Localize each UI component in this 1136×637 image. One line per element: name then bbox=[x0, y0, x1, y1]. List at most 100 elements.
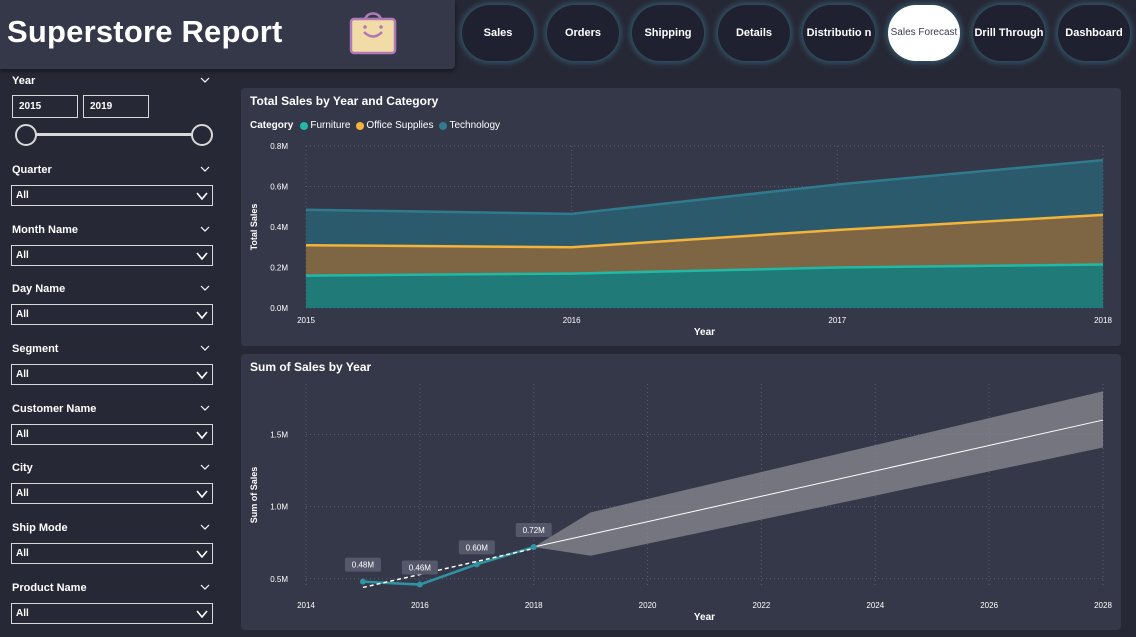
trend-line bbox=[362, 547, 534, 589]
chevron-up-icon[interactable] bbox=[200, 582, 210, 592]
ship-mode-dropdown[interactable]: All bbox=[11, 543, 213, 564]
filter-label-month-name: Month Name bbox=[12, 224, 78, 236]
dropdown-value: All bbox=[16, 488, 29, 499]
sum-sales-chart-panel: Sum of Sales by Year 0.5M 1.0M 1.5M 2014 201… bbox=[241, 354, 1121, 630]
dropdown-value: All bbox=[16, 548, 29, 559]
dropdown-value: All bbox=[16, 250, 29, 261]
chevron-up-icon[interactable] bbox=[200, 164, 210, 174]
y-tick-label: 1.0M bbox=[270, 503, 288, 512]
data-point bbox=[359, 578, 366, 585]
data-label-text: 0.48M bbox=[352, 561, 375, 570]
quarter-dropdown[interactable]: All bbox=[11, 185, 213, 206]
data-label-text: 0.46M bbox=[409, 564, 432, 573]
data-label: 0.72M bbox=[515, 523, 552, 538]
total-sales-chart-panel: Total Sales by Year and Category Categor… bbox=[241, 88, 1121, 346]
dropdown-value: All bbox=[16, 608, 29, 619]
filter-label-city: City bbox=[12, 462, 33, 474]
product-name-dropdown[interactable]: All bbox=[11, 603, 213, 624]
year-slider-start-handle[interactable] bbox=[15, 124, 37, 146]
chevron-up-icon[interactable] bbox=[200, 224, 210, 234]
nav-button-orders[interactable]: Orders bbox=[547, 5, 619, 61]
x-tick-label: 2018 bbox=[1094, 316, 1112, 325]
filter-label-customer-name: Customer Name bbox=[12, 403, 97, 415]
chevron-up-icon[interactable] bbox=[200, 403, 210, 413]
dropdown-value: All bbox=[16, 309, 29, 320]
x-axis-label: Year bbox=[694, 327, 715, 338]
filter-label-quarter: Quarter bbox=[12, 164, 52, 176]
y-tick-label: 0.8M bbox=[270, 142, 288, 151]
x-tick-label: 2022 bbox=[753, 601, 771, 610]
chevron-down-icon bbox=[196, 252, 208, 261]
x-axis-label: Year bbox=[694, 612, 715, 623]
nav-button-sales-forecast[interactable]: Sales Forecast bbox=[888, 5, 960, 61]
y-tick-label: 1.5M bbox=[270, 431, 288, 440]
x-tick-label: 2014 bbox=[297, 601, 315, 610]
chevron-up-icon[interactable] bbox=[200, 462, 210, 472]
year-from-input[interactable]: 2015 bbox=[12, 95, 78, 118]
forecast-line-chart: 0.5M 1.0M 1.5M 2014 2016 2018 2020 2022 2024 2026… bbox=[249, 384, 1112, 623]
chevron-down-icon bbox=[196, 192, 208, 201]
dropdown-value: All bbox=[16, 429, 29, 440]
data-point bbox=[416, 581, 423, 588]
x-tick-label: 2020 bbox=[639, 601, 657, 610]
nav-button-shipping[interactable]: Shipping bbox=[632, 5, 704, 61]
chevron-up-icon[interactable] bbox=[200, 75, 210, 85]
chevron-down-icon bbox=[196, 311, 208, 320]
month-name-dropdown[interactable]: All bbox=[11, 245, 213, 266]
chevron-up-icon[interactable] bbox=[200, 283, 210, 293]
data-label: 0.46M bbox=[401, 560, 438, 575]
x-tick-label: 2026 bbox=[980, 601, 998, 610]
x-tick-label: 2016 bbox=[563, 316, 581, 325]
nav-button-dashboard[interactable]: Dashboard bbox=[1058, 5, 1130, 61]
day-name-dropdown[interactable]: All bbox=[11, 304, 213, 325]
year-slider-end-handle[interactable] bbox=[191, 124, 213, 146]
x-tick-label: 2017 bbox=[828, 316, 846, 325]
chevron-up-icon[interactable] bbox=[200, 522, 210, 532]
x-tick-label: 2024 bbox=[866, 601, 884, 610]
x-tick-label: 2016 bbox=[411, 601, 429, 610]
customer-name-dropdown[interactable]: All bbox=[11, 424, 213, 445]
filter-label-segment: Segment bbox=[12, 343, 59, 355]
nav-button-drill-through[interactable]: Drill Through bbox=[973, 5, 1045, 61]
filter-label-year: Year bbox=[12, 75, 36, 87]
chevron-down-icon bbox=[196, 550, 208, 559]
forecast-confidence-band bbox=[533, 391, 1103, 556]
data-label: 0.60M bbox=[458, 540, 495, 555]
y-axis-label: Sum of Sales bbox=[249, 467, 259, 524]
x-tick-label: 2028 bbox=[1094, 601, 1112, 610]
x-tick-label: 2015 bbox=[297, 316, 315, 325]
title-panel: Superstore Report bbox=[0, 0, 455, 69]
x-tick-label: 2018 bbox=[525, 601, 543, 610]
y-axis-label: Total Sales bbox=[249, 204, 259, 251]
data-label-text: 0.60M bbox=[466, 543, 489, 552]
y-tick-label: 0.5M bbox=[270, 575, 288, 584]
chevron-down-icon bbox=[196, 431, 208, 440]
y-tick-label: 0.0M bbox=[270, 304, 288, 313]
shopping-bag-icon bbox=[349, 12, 397, 55]
segment-dropdown[interactable]: All bbox=[11, 364, 213, 385]
dropdown-value: All bbox=[16, 369, 29, 380]
filter-label-product-name: Product Name bbox=[12, 582, 87, 594]
actual-sales-line bbox=[362, 545, 535, 586]
report-title: Superstore Report bbox=[7, 14, 283, 49]
year-to-input[interactable]: 2019 bbox=[83, 95, 149, 118]
y-tick-label: 0.6M bbox=[270, 183, 288, 192]
data-label-text: 0.72M bbox=[523, 526, 546, 535]
filter-label-ship-mode: Ship Mode bbox=[12, 522, 68, 534]
y-tick-label: 0.2M bbox=[270, 264, 288, 273]
nav-button-details[interactable]: Details bbox=[718, 5, 790, 61]
nav-button-sales[interactable]: Sales bbox=[462, 5, 534, 61]
chevron-down-icon bbox=[196, 371, 208, 380]
chevron-down-icon bbox=[196, 490, 208, 499]
data-label: 0.48M bbox=[344, 557, 381, 572]
year-slider-track[interactable] bbox=[26, 133, 203, 136]
forecast-line bbox=[533, 419, 1104, 548]
dropdown-value: All bbox=[16, 190, 29, 201]
area-chart: 0.0M 0.2M 0.4M 0.6M 0.8M 2015 2016 2017 2018 Year… bbox=[249, 142, 1112, 338]
chevron-down-icon bbox=[196, 610, 208, 619]
filter-label-day-name: Day Name bbox=[12, 283, 66, 295]
y-tick-label: 0.4M bbox=[270, 223, 288, 232]
city-dropdown[interactable]: All bbox=[11, 483, 213, 504]
chevron-up-icon[interactable] bbox=[200, 343, 210, 353]
nav-button-distribution[interactable]: Distributio n bbox=[803, 5, 875, 61]
